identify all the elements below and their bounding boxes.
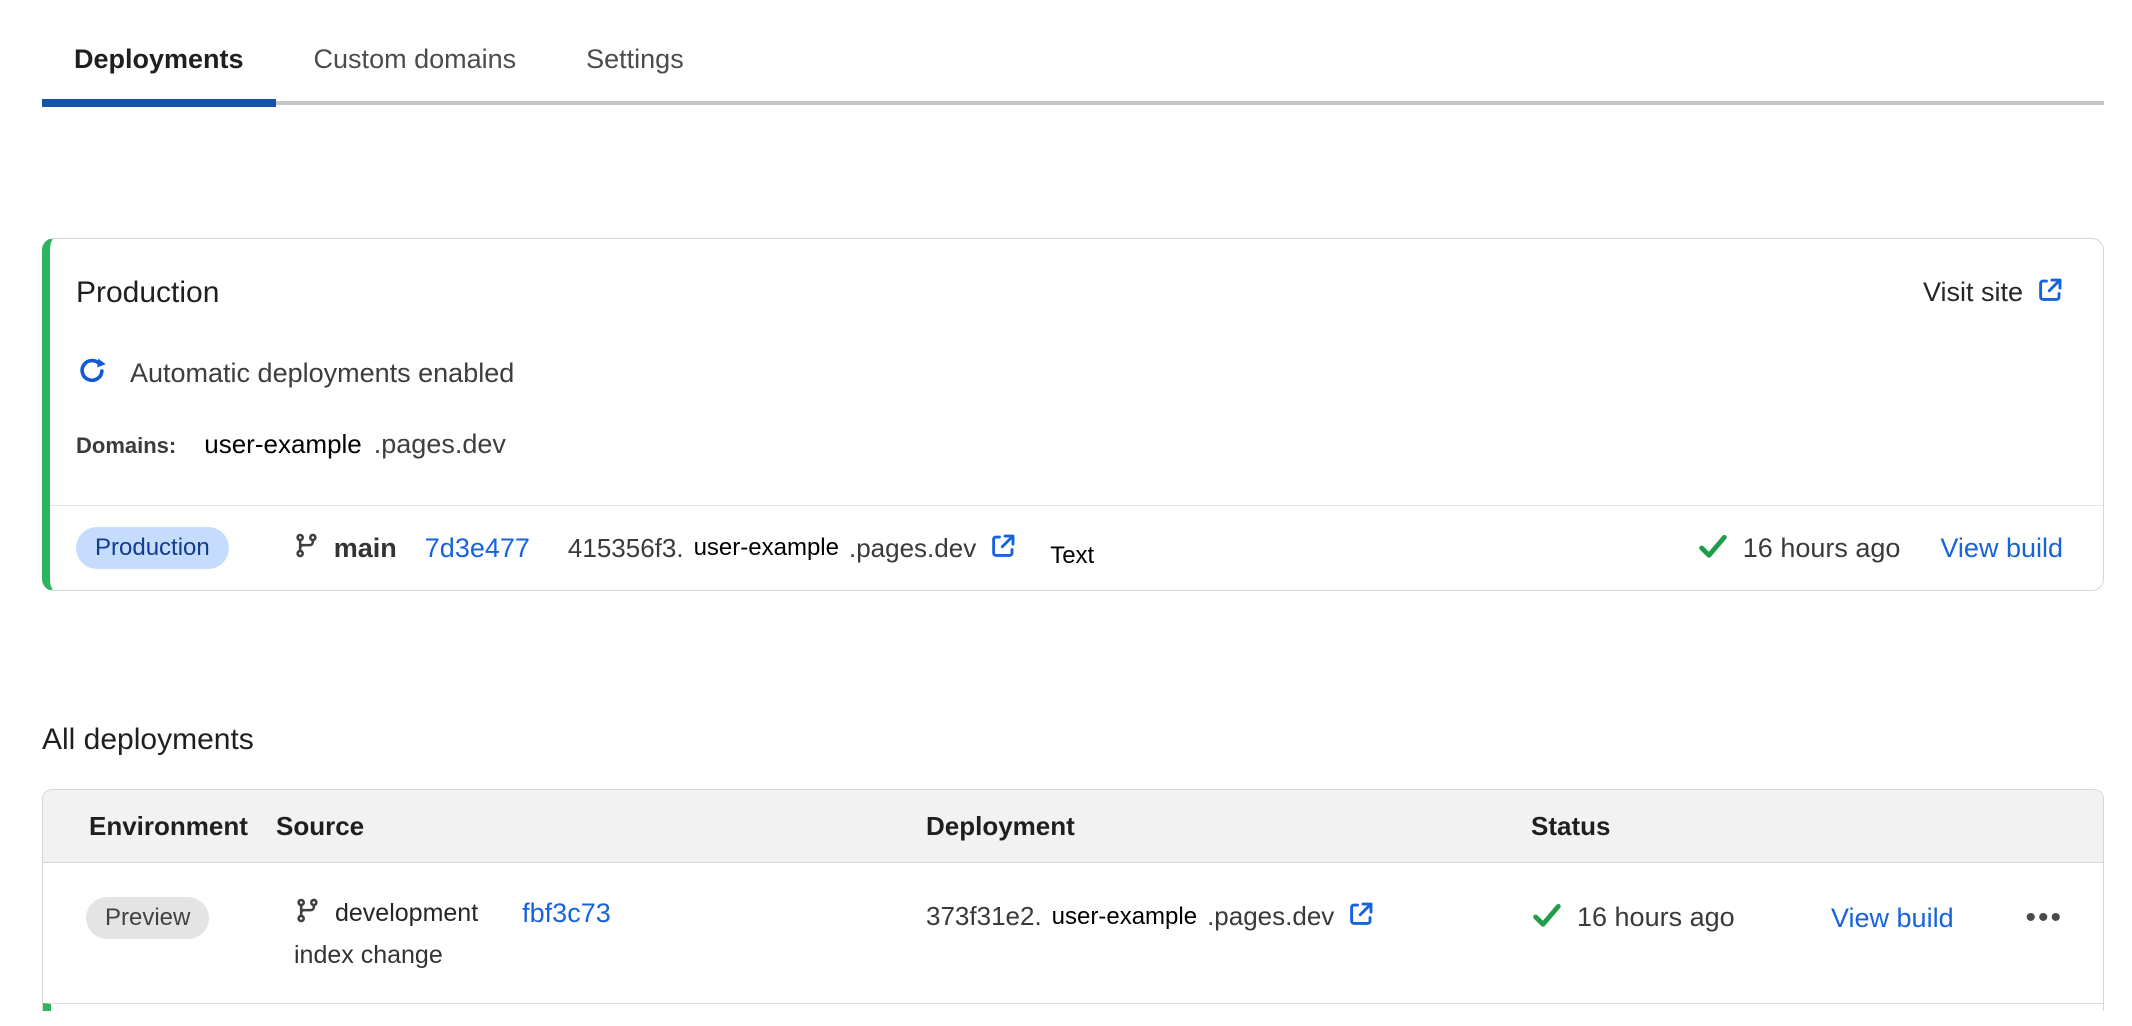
deployment-url-prefix: 373f31e2.: [926, 901, 1042, 932]
domains-row: Domains: user-example .pages.dev: [50, 429, 2103, 505]
next-row-partial: [43, 1003, 2103, 1011]
commit-message: index change: [294, 941, 926, 970]
auto-deployments-text: Automatic deployments enabled: [130, 358, 514, 389]
production-card-title: Production: [76, 275, 219, 311]
pages-project-screen: Deployments Custom domains Settings Prod…: [0, 14, 2132, 1026]
commit-sha-link[interactable]: 7d3e477: [425, 533, 530, 564]
kebab-menu-icon[interactable]: •••: [2023, 899, 2065, 937]
visit-site-link[interactable]: Visit site: [1923, 275, 2065, 310]
table-header-row: Environment Source Deployment Status: [43, 790, 2103, 863]
actions-cell: View build •••: [1831, 899, 2103, 937]
environment-badge: Preview: [86, 897, 209, 939]
deployment-url-suffix: .pages.dev: [849, 533, 976, 564]
external-link-icon[interactable]: [1346, 899, 1376, 934]
deployment-url-name: user-example: [1052, 903, 1197, 931]
branch-name: development: [335, 899, 478, 928]
tab-deployments[interactable]: Deployments: [42, 14, 276, 101]
success-check-icon: [1531, 899, 1563, 936]
deployment-url-suffix: .pages.dev: [1207, 901, 1334, 932]
environment-cell: Preview: [43, 897, 276, 939]
production-deployment-info: Production main 7d3e477 415356f3. user-e…: [76, 526, 1094, 570]
domain-name: user-example: [204, 429, 362, 460]
deployment-cell: 373f31e2. user-example .pages.dev: [926, 899, 1531, 934]
deployment-url-prefix: 415356f3.: [568, 533, 684, 564]
source-cell: development fbf3c73 index change: [276, 897, 926, 970]
production-deployment-row: Production main 7d3e477 415356f3. user-e…: [50, 505, 2103, 590]
production-card-header: Production Visit site: [50, 239, 2103, 311]
deployment-note: Text: [1050, 542, 1094, 570]
status-cell: 16 hours ago: [1531, 899, 1831, 936]
success-check-icon: [1697, 530, 1729, 567]
branch-name: main: [334, 533, 397, 564]
table-row: Preview development fbf3c73 index change: [43, 863, 2103, 1003]
auto-deployments-row: Automatic deployments enabled: [50, 357, 2103, 389]
environment-badge: Production: [76, 527, 229, 569]
branch-group: development: [294, 897, 478, 929]
deployment-time: 16 hours ago: [1577, 902, 1735, 933]
view-build-link[interactable]: View build: [1831, 903, 1954, 934]
refresh-icon: [76, 355, 108, 392]
branch-group: main: [293, 532, 397, 564]
visit-site-label: Visit site: [1923, 277, 2023, 308]
all-deployments-heading: All deployments: [42, 723, 2104, 757]
domains-label: Domains:: [76, 433, 176, 459]
git-branch-icon: [293, 532, 320, 564]
deployment-url-name: user-example: [694, 534, 839, 562]
production-deployment-status: 16 hours ago View build: [1697, 530, 2063, 567]
production-card: Production Visit site Automa: [42, 238, 2104, 591]
external-link-icon[interactable]: [988, 531, 1018, 566]
tab-custom-domains[interactable]: Custom domains: [282, 14, 549, 101]
git-branch-icon: [294, 897, 321, 929]
deployment-url: 415356f3. user-example .pages.dev: [568, 531, 1018, 566]
deployments-table: Environment Source Deployment Status Pre…: [42, 789, 2104, 1011]
deployment-url: 373f31e2. user-example .pages.dev: [926, 899, 1376, 934]
tab-bar: Deployments Custom domains Settings: [42, 14, 2104, 105]
commit-sha-link[interactable]: fbf3c73: [522, 898, 611, 929]
domain-suffix: .pages.dev: [374, 429, 506, 460]
column-header-source: Source: [276, 811, 926, 842]
column-header-deployment: Deployment: [926, 811, 1531, 842]
column-header-status: Status: [1531, 811, 1831, 842]
view-build-link[interactable]: View build: [1940, 533, 2063, 564]
tab-settings[interactable]: Settings: [554, 14, 716, 101]
column-header-environment: Environment: [43, 811, 276, 842]
external-link-icon: [2035, 275, 2065, 310]
deployment-time: 16 hours ago: [1743, 533, 1901, 564]
